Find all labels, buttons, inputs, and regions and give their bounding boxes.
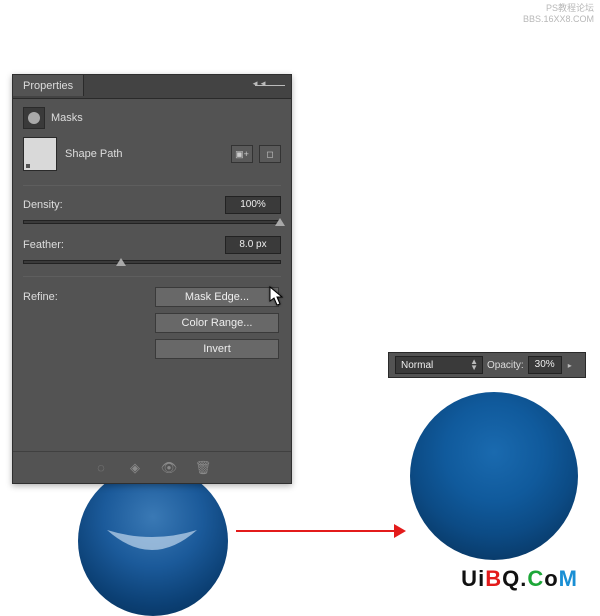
feather-slider[interactable]: [23, 260, 281, 264]
mask-thumbnail[interactable]: [23, 137, 57, 171]
density-slider-thumb[interactable]: [275, 218, 285, 226]
selection-icon[interactable]: ◌: [93, 460, 109, 476]
divider: [23, 185, 281, 186]
feather-value[interactable]: 8.0 px: [225, 236, 281, 254]
watermark-line1: PS教程论坛: [523, 3, 594, 14]
density-label: Density:: [23, 199, 63, 211]
panel-footer: ◌ ◈ 👁 🗑: [13, 451, 291, 483]
dropdown-caret-icon: ▲▼: [470, 359, 478, 371]
density-value[interactable]: 100%: [225, 196, 281, 214]
color-range-button[interactable]: Color Range...: [155, 313, 279, 333]
properties-panel: Properties ◄◄ Masks Shape Path ▣+ ◻ Dens…: [12, 74, 292, 484]
watermark-line2: BBS.16XX8.COM: [523, 14, 594, 25]
invert-button[interactable]: Invert: [155, 339, 279, 359]
opacity-caret-icon[interactable]: ▸: [566, 361, 574, 370]
delete-icon[interactable]: 🗑: [195, 460, 211, 476]
toggle-visibility-icon[interactable]: 👁: [161, 460, 177, 476]
apply-mask-icon[interactable]: ◈: [127, 460, 143, 476]
opacity-label: Opacity:: [487, 360, 524, 371]
mask-edge-button[interactable]: Mask Edge...: [155, 287, 279, 307]
path-target-icon[interactable]: ◻: [259, 145, 281, 163]
arrow-indicator: [236, 524, 406, 538]
refine-label: Refine:: [23, 287, 58, 303]
masks-label: Masks: [51, 112, 83, 124]
divider: [23, 276, 281, 277]
layer-options-bar: Normal ▲▼ Opacity: 30% ▸: [388, 352, 586, 378]
feather-label: Feather:: [23, 239, 64, 251]
preview-highlight: [102, 522, 202, 562]
preview-sphere-result: [410, 392, 578, 560]
opacity-value[interactable]: 30%: [528, 356, 562, 374]
panel-menu-icon[interactable]: [255, 79, 285, 91]
shape-path-label: Shape Path: [65, 148, 123, 160]
panel-tabbar: Properties ◄◄: [13, 75, 291, 99]
tab-properties[interactable]: Properties: [13, 75, 84, 96]
add-mask-icon[interactable]: ▣+: [231, 145, 253, 163]
feather-slider-thumb[interactable]: [116, 258, 126, 266]
watermark: PS教程论坛 BBS.16XX8.COM: [523, 3, 594, 25]
density-slider[interactable]: [23, 220, 281, 224]
masks-icon: [23, 107, 45, 129]
blend-mode-value: Normal: [401, 360, 433, 371]
site-brand: UiBQ.CoM: [461, 566, 578, 592]
blend-mode-dropdown[interactable]: Normal ▲▼: [395, 356, 483, 374]
mouse-cursor-icon: [269, 286, 285, 309]
